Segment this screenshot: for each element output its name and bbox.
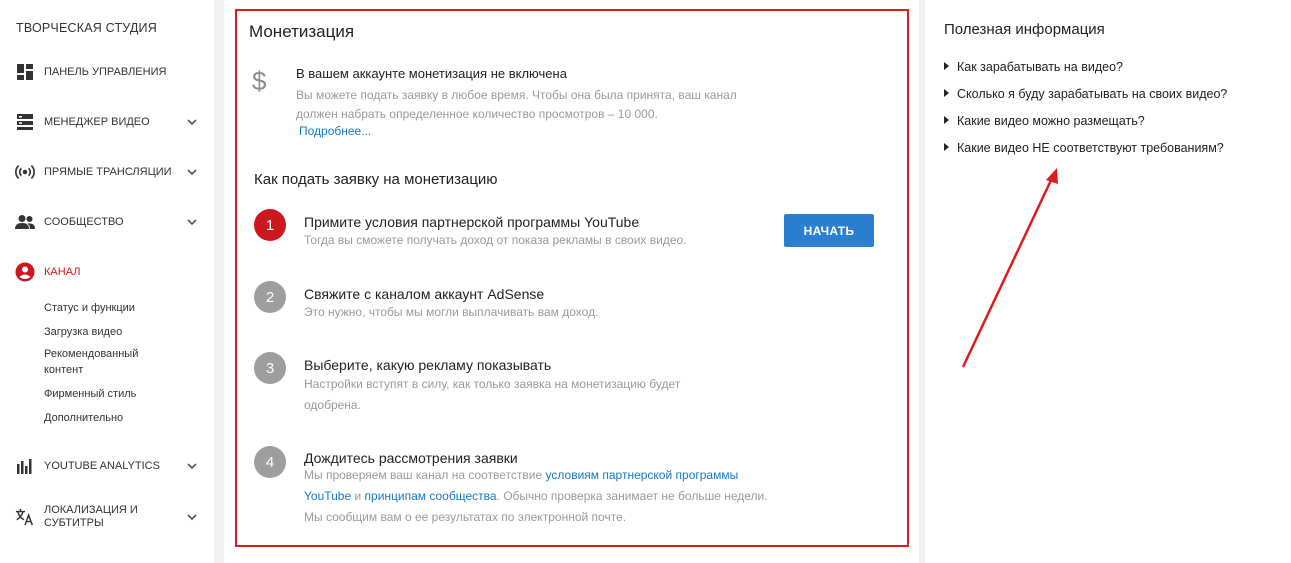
info-title: Полезная информация [944, 21, 1105, 38]
nav-community[interactable]: СООБЩЕСТВО [0, 207, 214, 237]
step-title: Выберите, какую рекламу показывать [304, 357, 552, 373]
triangle-right-icon [944, 89, 949, 97]
sub-item-advanced[interactable]: Дополнительно [44, 410, 154, 426]
step-number-2: 2 [254, 281, 286, 313]
nav-label: YOUTUBE ANALYTICS [44, 459, 160, 472]
step-description: Это нужно, чтобы мы могли выплачивать ва… [304, 305, 599, 319]
step-title: Свяжите с каналом аккаунт AdSense [304, 286, 545, 302]
step-title: Дождитесь рассмотрения заявки [304, 450, 518, 466]
triangle-right-icon [944, 62, 949, 70]
triangle-right-icon [944, 143, 949, 151]
start-button[interactable]: НАЧАТЬ [784, 214, 874, 247]
community-guidelines-link[interactable]: принципам сообщества [365, 489, 497, 503]
triangle-right-icon [944, 116, 949, 124]
sub-item-branding[interactable]: Фирменный стиль [44, 386, 154, 402]
video-manager-icon [15, 112, 35, 132]
learn-more-link[interactable]: Подробнее... [299, 124, 371, 138]
nav-video-manager[interactable]: МЕНЕДЖЕР ВИДЕО [0, 107, 214, 137]
sidebar: ТВОРЧЕСКАЯ СТУДИЯ ПАНЕЛЬ УПРАВЛЕНИЯ МЕНЕ… [0, 0, 214, 563]
chevron-down-icon[interactable] [185, 510, 199, 524]
gutter [214, 0, 224, 563]
translate-icon [15, 507, 35, 527]
nav-label: ПРЯМЫЕ ТРАНСЛЯЦИИ [44, 165, 172, 178]
step-number-1: 1 [254, 209, 286, 241]
dollar-icon: $ [252, 66, 267, 96]
chevron-down-icon[interactable] [185, 115, 199, 129]
chevron-down-icon[interactable] [185, 459, 199, 473]
page-title: Монетизация [249, 22, 355, 41]
sub-item-featured[interactable]: Рекомендованный контент [44, 346, 154, 378]
nav-dashboard[interactable]: ПАНЕЛЬ УПРАВЛЕНИЯ [0, 57, 214, 87]
info-item[interactable]: Сколько я буду зарабатывать на своих вид… [944, 87, 1227, 101]
chevron-down-icon[interactable] [185, 165, 199, 179]
notice-title: В вашем аккаунте монетизация не включена [296, 66, 567, 81]
step-title: Примите условия партнерской программы Yo… [304, 214, 640, 230]
nav-label: МЕНЕДЖЕР ВИДЕО [44, 115, 150, 128]
sub-item-upload[interactable]: Загрузка видео [44, 324, 154, 340]
step-number-3: 3 [254, 352, 286, 384]
nav-channel[interactable]: КАНАЛ [0, 257, 214, 287]
step-description: Мы проверяем ваш канал на соответствие у… [304, 468, 768, 524]
nav-live-streaming[interactable]: ПРЯМЫЕ ТРАНСЛЯЦИИ [0, 157, 214, 187]
section-title: Как подать заявку на монетизацию [254, 171, 498, 188]
info-item[interactable]: Какие видео НЕ соответствуют требованиям… [944, 141, 1224, 155]
nav-localization[interactable]: ЛОКАЛИЗАЦИЯ И СУБТИТРЫ [0, 500, 214, 534]
community-icon [15, 212, 35, 232]
step-description: Настройки вступят в силу, как только зая… [304, 377, 681, 412]
dashboard-icon [15, 62, 35, 82]
annotation-arrow [961, 168, 1058, 368]
channel-icon [15, 262, 35, 282]
step-description: Тогда вы сможете получать доход от показ… [304, 233, 687, 247]
notice-text: Вы можете подать заявку в любое время. Ч… [296, 88, 737, 121]
step-number-4: 4 [254, 446, 286, 478]
nav-analytics[interactable]: YOUTUBE ANALYTICS [0, 451, 214, 481]
nav-label: ЛОКАЛИЗАЦИЯ И СУБТИТРЫ [44, 504, 138, 529]
nav-label: КАНАЛ [44, 265, 81, 278]
chevron-down-icon[interactable] [185, 215, 199, 229]
live-stream-icon [15, 162, 35, 182]
info-item[interactable]: Как зарабатывать на видео? [944, 60, 1123, 74]
nav-label: СООБЩЕСТВО [44, 215, 124, 228]
nav-label: ПАНЕЛЬ УПРАВЛЕНИЯ [44, 65, 167, 78]
studio-title: ТВОРЧЕСКАЯ СТУДИЯ [16, 21, 157, 35]
info-item[interactable]: Какие видео можно размещать? [944, 114, 1145, 128]
analytics-icon [15, 456, 35, 476]
sub-item-status[interactable]: Статус и функции [44, 300, 154, 316]
